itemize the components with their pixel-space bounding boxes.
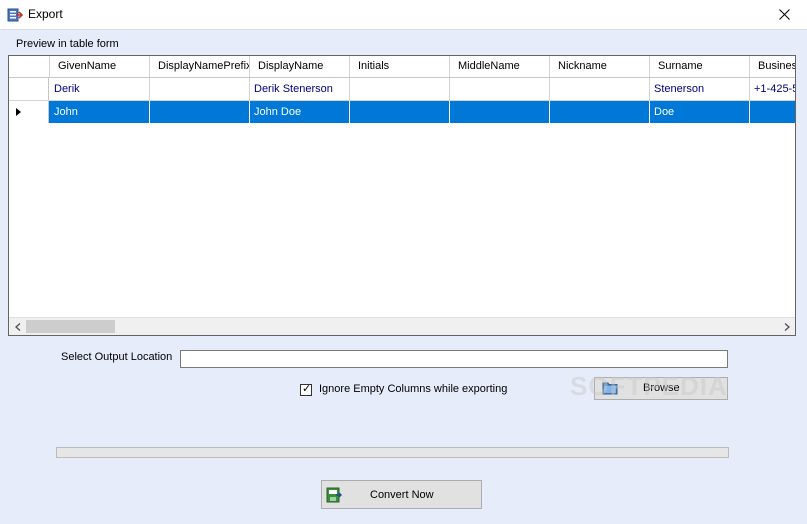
row-header[interactable] <box>9 101 49 123</box>
export-dialog-body: Preview in table form GivenName DisplayN… <box>0 30 807 524</box>
column-header-initials[interactable]: Initials <box>350 56 450 77</box>
export-progress-bar <box>56 447 729 458</box>
close-button[interactable] <box>761 0 807 29</box>
output-location-label: Select Output Location <box>61 351 173 363</box>
ignore-empty-columns-label[interactable]: Ignore Empty Columns while exporting <box>319 383 507 395</box>
convert-now-label: Convert Now <box>370 489 434 501</box>
title-bar: Export <box>0 0 807 30</box>
cell-initials[interactable] <box>350 101 450 123</box>
output-location-input[interactable] <box>180 350 728 368</box>
cell-displaynameprefix[interactable] <box>150 101 250 123</box>
convert-now-button[interactable]: Convert Now <box>321 480 482 509</box>
scroll-thumb[interactable] <box>26 320 115 333</box>
row-header[interactable] <box>9 78 49 100</box>
chevron-left-icon <box>14 322 20 331</box>
column-header-middlename[interactable]: MiddleName <box>450 56 550 77</box>
table-row[interactable]: Derik Derik Stenerson Stenerson +1-425-5 <box>9 78 795 101</box>
horizontal-scrollbar[interactable] <box>9 317 795 335</box>
browse-button-label: Browse <box>643 382 680 394</box>
row-selector-arrow-icon <box>16 108 21 116</box>
preview-grid[interactable]: GivenName DisplayNamePrefix DisplayName … <box>8 55 796 336</box>
browse-button[interactable]: Browse <box>594 377 728 400</box>
column-header-nickname[interactable]: Nickname <box>550 56 650 77</box>
column-header-displayname[interactable]: DisplayName <box>250 56 350 77</box>
folder-icon <box>602 382 618 395</box>
cell-surname[interactable]: Stenerson <box>650 78 750 100</box>
window-title: Export <box>28 7 63 21</box>
cell-nickname[interactable] <box>550 78 650 100</box>
export-app-icon <box>7 8 23 22</box>
convert-icon <box>326 487 342 503</box>
cell-displayname[interactable]: John Doe <box>250 101 350 123</box>
preview-label: Preview in table form <box>16 38 119 50</box>
cell-givenname[interactable]: Derik <box>50 78 150 100</box>
column-header-surname[interactable]: Surname <box>650 56 750 77</box>
cell-initials[interactable] <box>350 78 450 100</box>
cell-middlename[interactable] <box>450 101 550 123</box>
cell-displaynameprefix[interactable] <box>150 78 250 100</box>
cell-surname[interactable]: Doe <box>650 101 750 123</box>
cell-business[interactable]: +1-425-5 <box>750 78 795 100</box>
cell-middlename[interactable] <box>450 78 550 100</box>
chevron-right-icon <box>784 322 790 331</box>
close-icon <box>778 9 790 20</box>
cell-nickname[interactable] <box>550 101 650 123</box>
grid-corner-header[interactable] <box>9 56 50 77</box>
column-header-givenname[interactable]: GivenName <box>50 56 150 77</box>
cell-displayname[interactable]: Derik Stenerson <box>250 78 350 100</box>
scroll-left-button[interactable] <box>9 318 26 335</box>
ignore-empty-columns-checkbox[interactable]: ✓ <box>300 383 312 396</box>
column-header-displaynameprefix[interactable]: DisplayNamePrefix <box>150 56 250 77</box>
cell-business[interactable] <box>750 101 795 123</box>
checkmark-icon: ✓ <box>302 383 312 395</box>
scroll-right-button[interactable] <box>778 318 795 335</box>
table-row-selected[interactable]: John John Doe Doe <box>9 101 795 123</box>
cell-givenname[interactable]: John <box>50 101 150 123</box>
grid-header: GivenName DisplayNamePrefix DisplayName … <box>9 56 795 78</box>
column-header-business[interactable]: Business <box>750 56 795 77</box>
